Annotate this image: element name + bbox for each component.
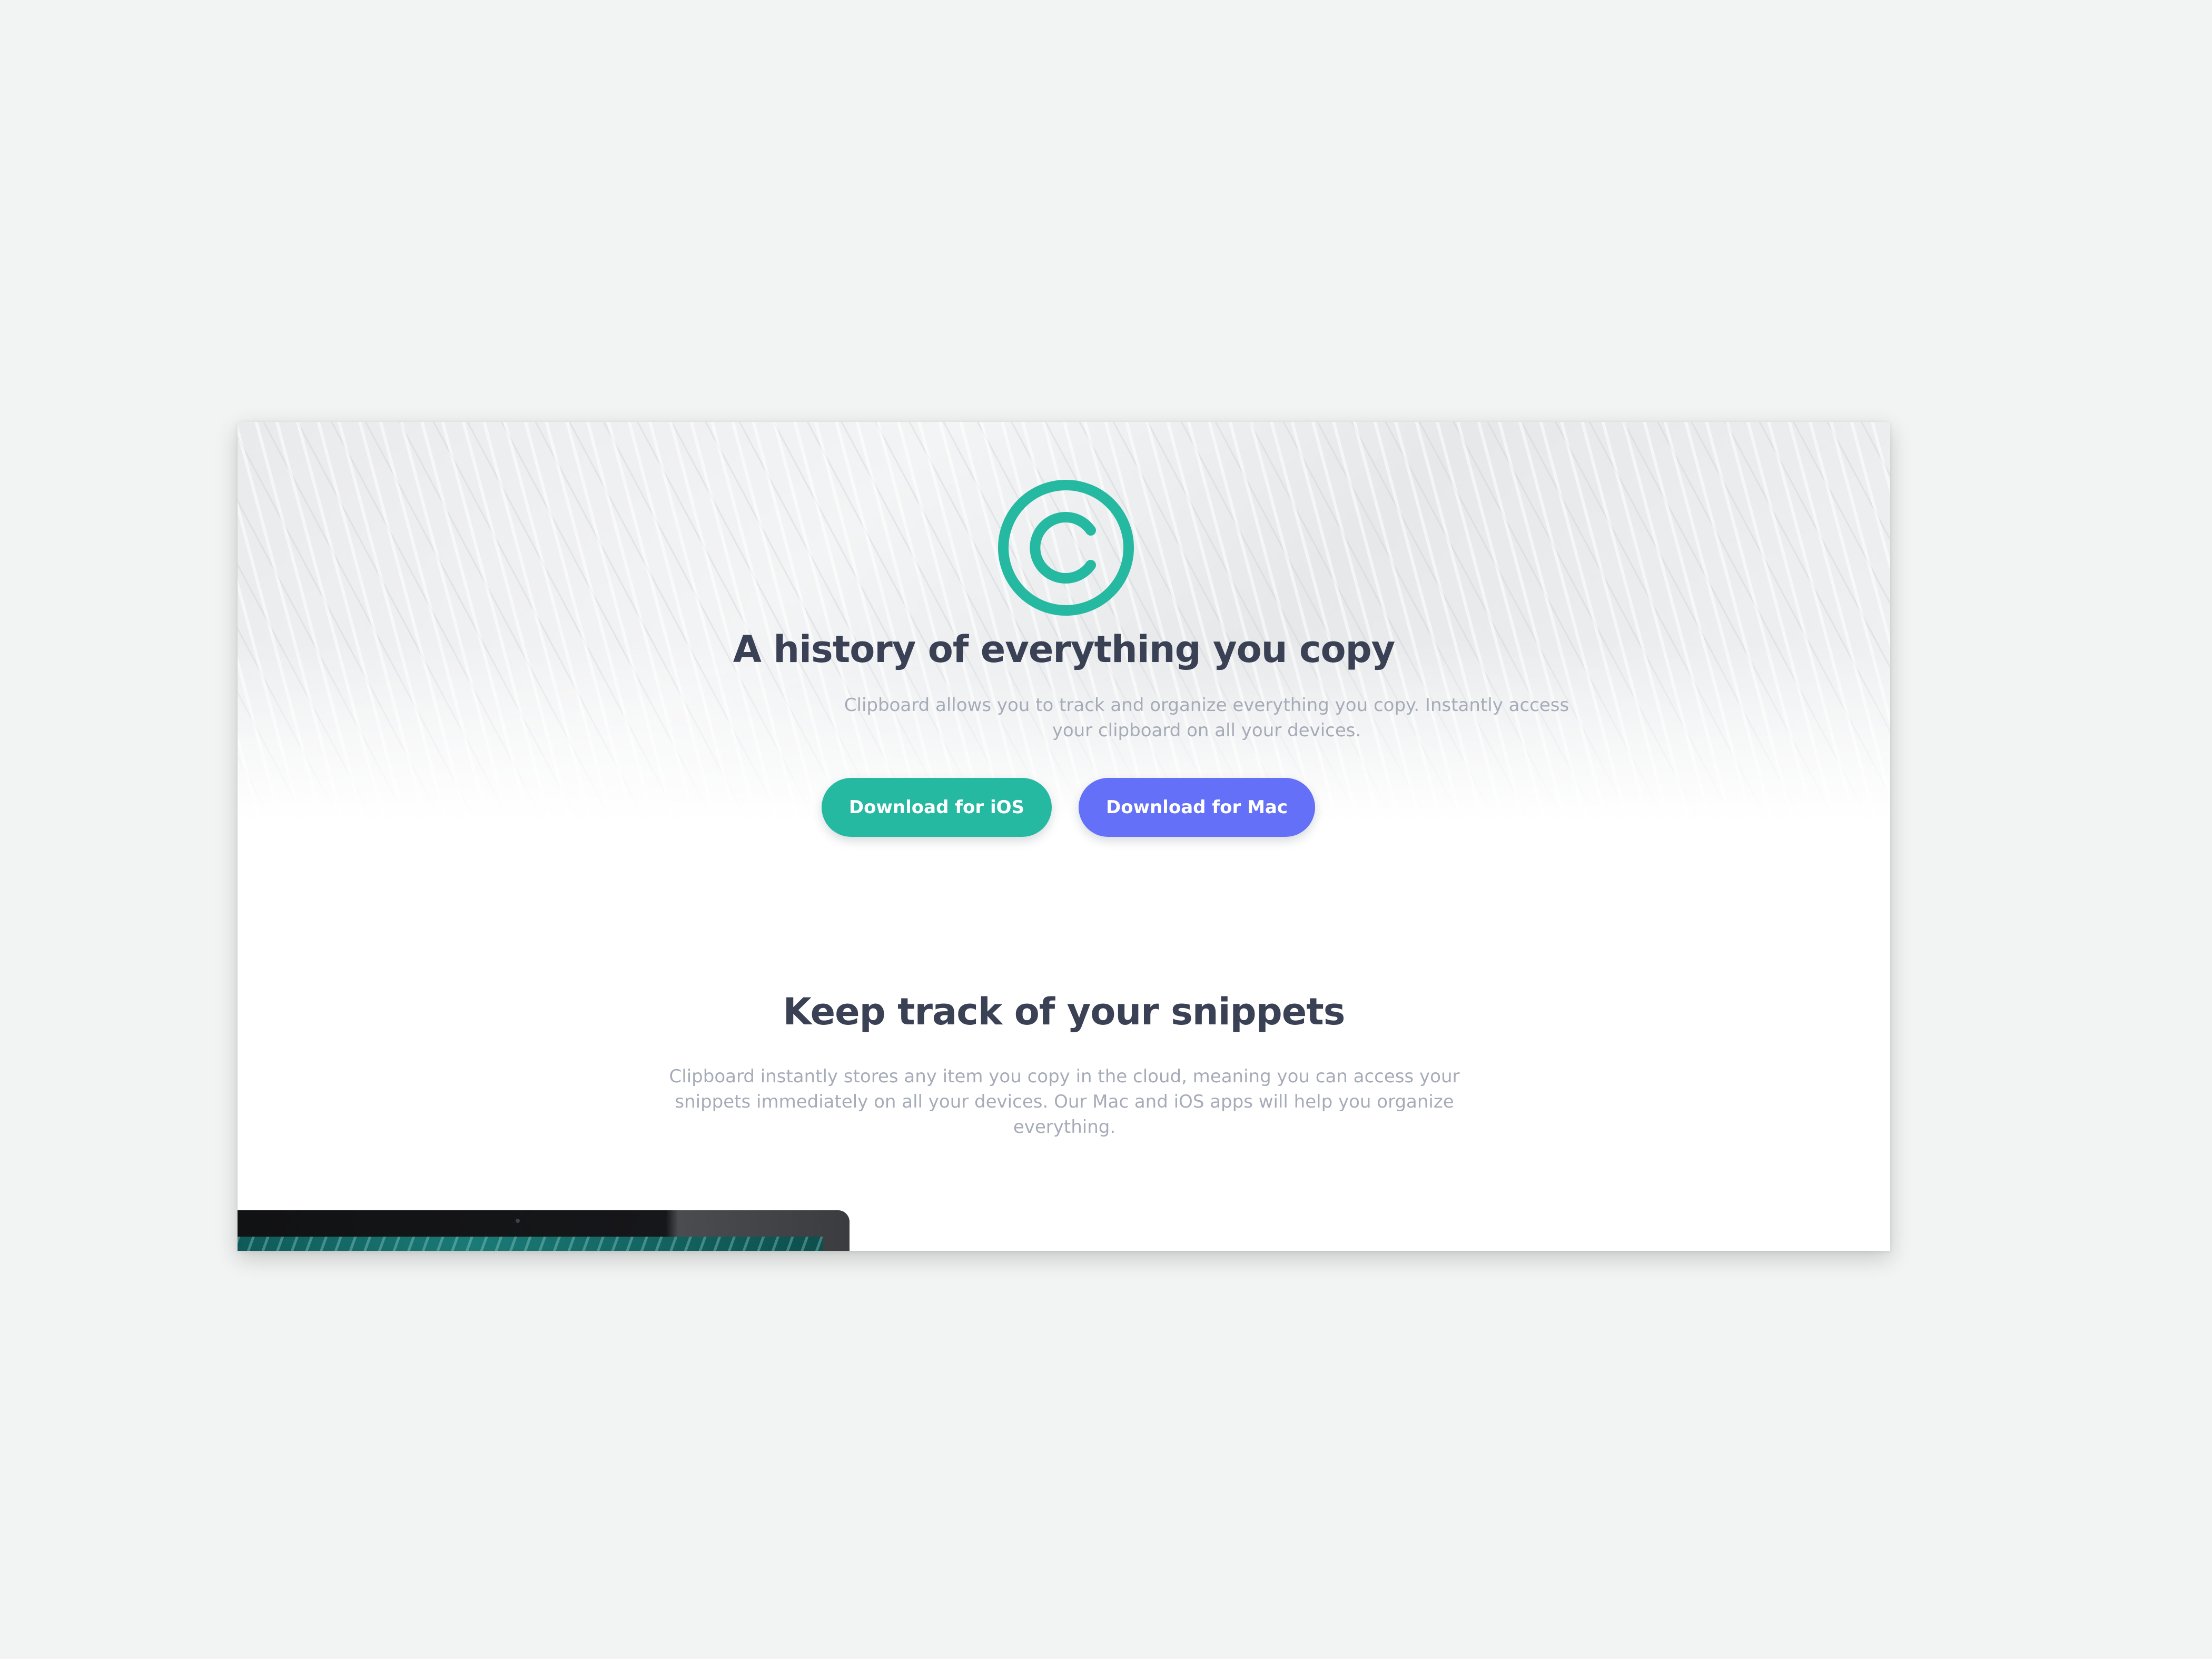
website-screenshot-frame: A history of everything you copy Clipboa… — [238, 422, 1890, 1251]
laptop-screen-wallpaper — [238, 1237, 823, 1251]
snippets-section-text: Clipboard instantly stores any item you … — [669, 1066, 1460, 1138]
hero-subtitle: Clipboard allows you to track and organi… — [844, 695, 1569, 741]
laptop-mockup-image — [238, 1210, 850, 1251]
download-ios-button[interactable]: Download for iOS — [822, 778, 1052, 837]
snippets-section-title: Keep track of your snippets — [783, 990, 1346, 1033]
page-backdrop: A history of everything you copy Clipboa… — [0, 0, 2212, 1659]
page-content: A history of everything you copy Clipboa… — [238, 422, 1890, 1251]
clipboard-logo-icon — [998, 480, 1134, 616]
laptop-camera — [516, 1219, 520, 1223]
download-mac-button[interactable]: Download for Mac — [1079, 778, 1315, 837]
hero-title: A history of everything you copy — [733, 628, 1396, 671]
